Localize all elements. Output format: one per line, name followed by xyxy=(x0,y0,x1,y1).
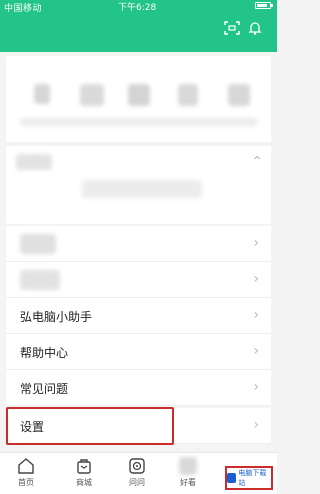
shortcut-labels xyxy=(20,118,258,126)
tab-label: 好看 xyxy=(180,478,196,487)
menu-item-blurred[interactable]: › xyxy=(6,226,271,262)
shortcut-3[interactable] xyxy=(128,84,150,106)
menu-item-label: 设置 xyxy=(20,420,45,434)
carrier-label: 中国移动 xyxy=(4,4,43,14)
watermark-text: 电脑下载站 xyxy=(238,469,267,487)
chevron-right-icon: › xyxy=(253,235,259,251)
menu-item-label: 帮助中心 xyxy=(20,346,69,360)
menu-item-settings[interactable]: 设置 › xyxy=(6,408,271,444)
menu-item-label: 弘电脑小助手 xyxy=(20,310,93,324)
tab-label: 问问 xyxy=(129,478,145,487)
tab-label: 商城 xyxy=(76,478,92,487)
chevron-right-icon: › xyxy=(253,271,259,287)
menu-item-blurred-label xyxy=(20,234,56,254)
shop-bag-icon xyxy=(77,459,91,474)
menu-item-help-center[interactable]: 帮助中心 › xyxy=(6,334,271,370)
shortcut-2[interactable] xyxy=(80,84,104,106)
menu-item-blurred-2-label xyxy=(20,270,60,290)
ask-icon xyxy=(129,458,145,474)
tab-label: 首页 xyxy=(18,478,34,487)
shortcut-1[interactable] xyxy=(34,84,50,104)
account-info-card[interactable]: ⌃ xyxy=(6,146,271,224)
chevron-right-icon: › xyxy=(253,417,259,433)
app-header: 中国移动 下午6:28 xyxy=(0,0,277,52)
status-time: 下午6:28 xyxy=(118,3,157,13)
menu-item-label: 常见问题 xyxy=(20,382,69,396)
home-icon xyxy=(18,458,34,474)
shortcut-5[interactable] xyxy=(228,84,250,106)
scan-icon[interactable] xyxy=(224,20,240,36)
chevron-right-icon: › xyxy=(253,307,259,323)
profile-shortcuts-card xyxy=(6,56,271,142)
chevron-up-icon: ⌃ xyxy=(251,154,263,170)
shortcut-4[interactable] xyxy=(178,84,198,106)
watch-icon xyxy=(179,457,197,475)
menu-item-faq[interactable]: 常见问题 › xyxy=(6,370,271,406)
notification-bell-icon[interactable] xyxy=(247,20,263,36)
tab-ask[interactable]: 问问 xyxy=(117,457,157,488)
watermark-logo-icon xyxy=(227,473,237,483)
tab-shop[interactable]: 商城 xyxy=(64,457,104,488)
status-bar: 中国移动 下午6:28 xyxy=(0,0,277,14)
chevron-right-icon: › xyxy=(253,343,259,359)
chevron-right-icon: › xyxy=(253,379,259,395)
account-detail xyxy=(82,180,202,198)
menu-item-assistant[interactable]: 弘电脑小助手 › xyxy=(6,298,271,334)
watermark-badge: 电脑下载站 xyxy=(225,466,273,490)
account-title xyxy=(16,154,52,170)
battery-icon xyxy=(255,2,273,9)
bottom-navigation: 首页 商城 问问 好看 电脑下载站 xyxy=(0,452,277,494)
menu-item-blurred-2[interactable]: › xyxy=(6,262,271,298)
tab-home[interactable]: 首页 xyxy=(6,457,46,488)
tab-watch[interactable]: 好看 xyxy=(168,457,208,488)
